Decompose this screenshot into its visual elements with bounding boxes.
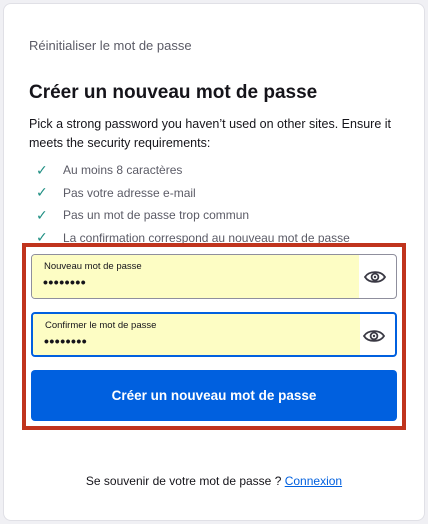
- requirement-label: Pas votre adresse e-mail: [63, 185, 196, 200]
- page-title: Créer un nouveau mot de passe: [29, 82, 318, 103]
- page-subtitle: Réinitialiser le mot de passe: [29, 38, 192, 53]
- signin-link[interactable]: Connexion: [285, 474, 342, 488]
- highlight-box: [22, 243, 406, 430]
- requirements-list: ✓ Au moins 8 caractères ✓ Pas votre adre…: [36, 159, 350, 249]
- requirement-item: ✓ Pas votre adresse e-mail: [36, 182, 350, 205]
- footer-prompt: Se souvenir de votre mot de passe ?: [85, 474, 285, 488]
- footer: Se souvenir de votre mot de passe ? Conn…: [0, 474, 428, 488]
- requirement-item: ✓ Pas un mot de passe trop commun: [36, 204, 350, 227]
- page-description: Pick a strong password you haven’t used …: [29, 117, 391, 150]
- check-icon: ✓: [36, 206, 48, 223]
- check-icon: ✓: [36, 161, 48, 178]
- requirement-label: Pas un mot de passe trop commun: [63, 208, 250, 223]
- check-icon: ✓: [36, 184, 48, 201]
- requirement-label: Au moins 8 caractères: [63, 163, 183, 178]
- requirement-item: ✓ Au moins 8 caractères: [36, 159, 350, 182]
